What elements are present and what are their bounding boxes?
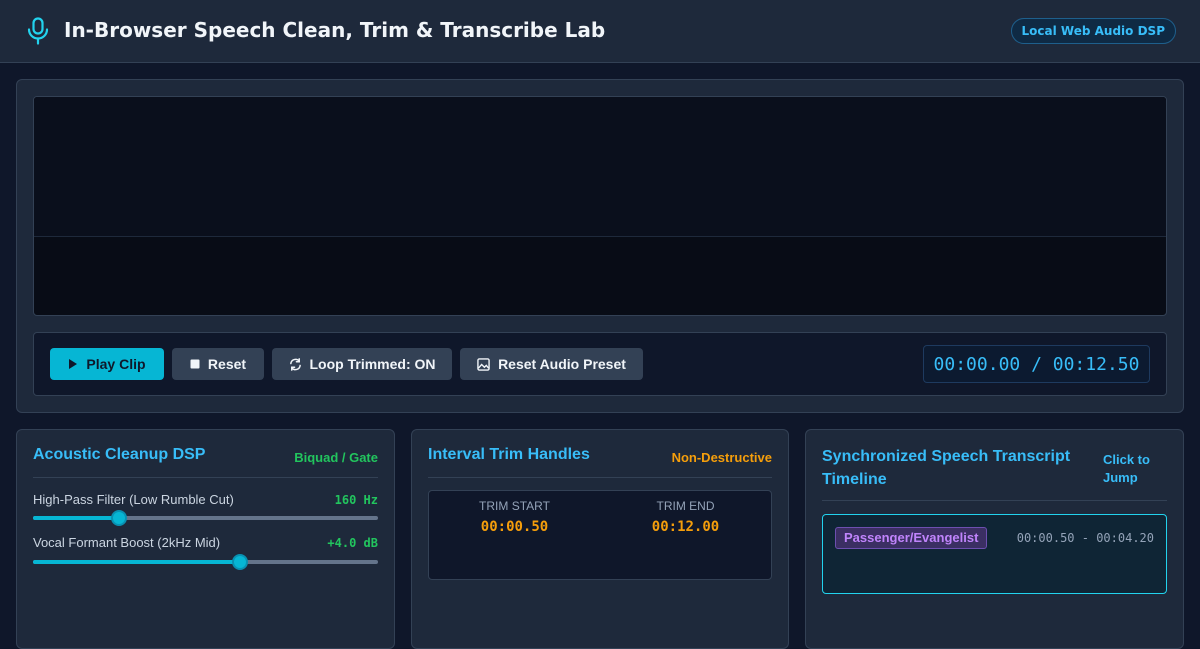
player-panel: Play Clip Reset Loop Trimmed: ON Reset A… xyxy=(16,79,1184,413)
high-pass-value: 160 Hz xyxy=(334,493,378,507)
play-icon xyxy=(69,359,78,369)
high-pass-label: High-Pass Filter (Low Rumble Cut) xyxy=(33,492,234,507)
play-clip-label: Play Clip xyxy=(86,356,146,372)
image-icon xyxy=(477,357,490,371)
high-pass-slider[interactable] xyxy=(33,510,378,526)
trim-card: Interval Trim Handles Non-Destructive TR… xyxy=(411,429,789,649)
transcript-card: Synchronized Speech Transcript Timeline … xyxy=(805,429,1184,649)
trim-readout: TRIM START 00:00.50 TRIM END 00:12.00 xyxy=(428,490,772,580)
reset-audio-preset-button[interactable]: Reset Audio Preset xyxy=(460,348,643,380)
dsp-card-tag: Biquad / Gate xyxy=(294,450,378,465)
trim-end[interactable]: TRIM END 00:12.00 xyxy=(600,499,771,535)
playback-time-readout: 00:00.00 / 00:12.50 xyxy=(923,345,1150,383)
transport-controls: Play Clip Reset Loop Trimmed: ON Reset A… xyxy=(33,332,1167,396)
dsp-badge: Local Web Audio DSP xyxy=(1010,18,1176,44)
microphone-icon xyxy=(27,17,49,45)
app-header: In-Browser Speech Clean, Trim & Transcri… xyxy=(0,0,1200,63)
waveform-upper-area xyxy=(34,97,1166,237)
loop-trimmed-label: Loop Trimmed: ON xyxy=(309,356,436,372)
play-clip-button[interactable]: Play Clip xyxy=(50,348,164,380)
formant-boost-slider[interactable] xyxy=(33,554,378,570)
dsp-card: Acoustic Cleanup DSP Biquad / Gate High-… xyxy=(16,429,395,649)
formant-boost-label: Vocal Formant Boost (2kHz Mid) xyxy=(33,535,221,550)
reset-button[interactable]: Reset xyxy=(172,348,264,380)
trim-card-tag: Non-Destructive xyxy=(671,450,772,465)
reset-label: Reset xyxy=(207,356,247,372)
transcript-segment[interactable]: Passenger/Evangelist 00:00.50 - 00:04.20 xyxy=(822,514,1167,594)
trim-end-value: 00:12.00 xyxy=(651,519,720,535)
speaker-badge: Passenger/Evangelist xyxy=(835,527,988,549)
formant-boost-fill xyxy=(33,560,240,564)
high-pass-fill xyxy=(33,516,120,520)
dsp-divider xyxy=(33,477,378,478)
trim-start[interactable]: TRIM START 00:00.50 xyxy=(429,499,600,535)
app-title: In-Browser Speech Clean, Trim & Transcri… xyxy=(64,18,606,42)
waveform-canvas[interactable] xyxy=(33,96,1167,316)
trim-card-title: Interval Trim Handles xyxy=(428,446,590,463)
formant-boost-value: +4.0 dB xyxy=(327,536,378,550)
stop-icon xyxy=(190,359,200,369)
transcript-divider xyxy=(822,500,1167,501)
trim-end-label: TRIM END xyxy=(656,499,715,513)
segment-time-range: 00:00.50 - 00:04.20 xyxy=(1016,531,1154,545)
loop-icon xyxy=(289,357,301,371)
trim-start-value: 00:00.50 xyxy=(480,519,549,535)
reset-audio-preset-label: Reset Audio Preset xyxy=(498,356,626,372)
high-pass-thumb[interactable] xyxy=(111,510,128,526)
trim-divider xyxy=(428,477,772,478)
transcript-hint: Click to Jump xyxy=(1103,452,1150,485)
formant-boost-thumb[interactable] xyxy=(232,554,248,570)
trim-start-label: TRIM START xyxy=(479,499,550,513)
transcript-card-title: Synchronized Speech Transcript Timeline xyxy=(822,448,1071,488)
loop-trimmed-toggle[interactable]: Loop Trimmed: ON xyxy=(272,348,452,380)
dsp-card-title: Acoustic Cleanup DSP xyxy=(33,446,206,463)
